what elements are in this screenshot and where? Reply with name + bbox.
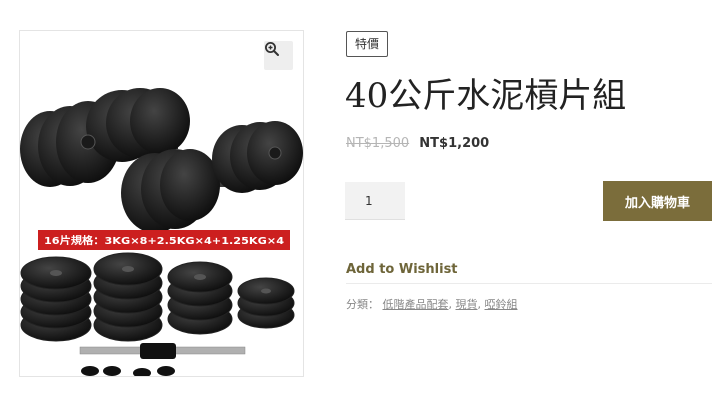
spec-banner-text: 16片規格：3KG×8+2.5KG×4+1.25KG×4 — [44, 234, 284, 247]
categories-label: 分類： — [346, 298, 379, 311]
add-to-wishlist-link[interactable]: Add to Wishlist — [346, 262, 458, 277]
quantity-input[interactable] — [345, 182, 405, 220]
product-image: 16片規格：3KG×8+2.5KG×4+1.25KG×4 — [20, 88, 303, 376]
sale-price: NT$1,200 — [419, 136, 490, 151]
price: NT$1,500 NT$1,200 — [346, 136, 489, 151]
category-link[interactable]: 低階產品配套 — [383, 298, 449, 311]
sale-badge: 特價 — [346, 31, 389, 57]
category-link[interactable]: 啞鈴組 — [485, 298, 518, 311]
zoom-button[interactable] — [264, 41, 293, 70]
divider — [346, 283, 712, 284]
add-to-cart-button[interactable]: 加入購物車 — [603, 181, 712, 221]
product-image-gallery[interactable]: 16片規格：3KG×8+2.5KG×4+1.25KG×4 — [19, 30, 304, 377]
zoom-in-icon — [265, 42, 279, 56]
product-title: 40公斤水泥槓片組 — [345, 76, 627, 116]
regular-price: NT$1,500 — [346, 136, 410, 151]
product-categories: 分類： 低階產品配套, 現貨, 啞鈴組 — [346, 298, 518, 311]
category-link[interactable]: 現貨 — [456, 298, 478, 311]
